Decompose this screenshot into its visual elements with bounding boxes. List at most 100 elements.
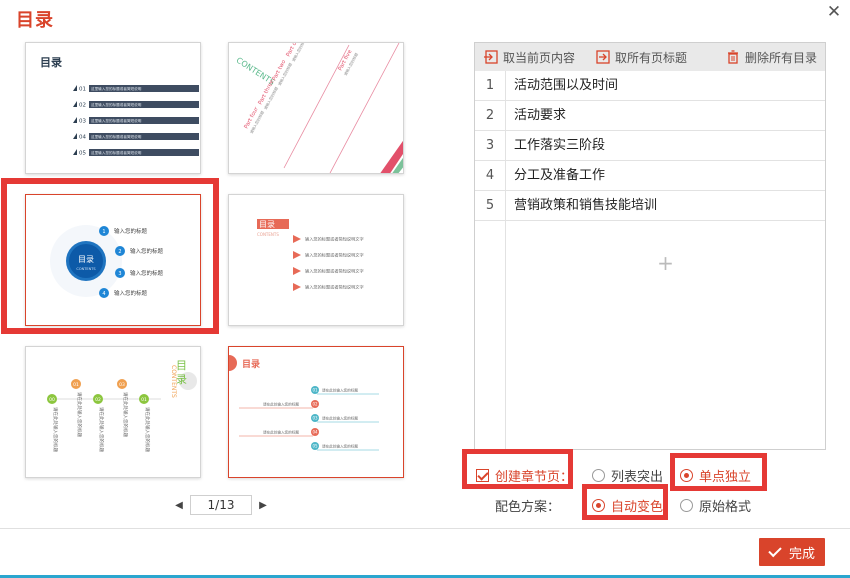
thumb4-arrow: [293, 251, 301, 259]
thumb5-col-text: 请在此处输入您的标题: [98, 407, 105, 452]
auto-color-radio[interactable]: 自动变色: [592, 496, 663, 515]
template-thumbnail-4[interactable]: 目录 CONTENTS 输入您的标题或者简短说明文字 输入您的标题或者简短说明文字…: [228, 194, 404, 326]
radio-on-icon: [592, 499, 605, 512]
thumb5-dot-number: 00: [49, 397, 55, 403]
thumb1-number: 03: [79, 119, 86, 125]
footer-divider: [0, 528, 850, 529]
import-page-icon: [484, 50, 498, 64]
cancel-all-titles-button[interactable]: 取所有页标题: [595, 49, 687, 66]
thumb1-item-text: 这里输入您的标题或者简短说明: [91, 86, 142, 91]
thumb1-bullet: [73, 85, 77, 91]
thumb4-heading: 目录: [259, 220, 275, 229]
template-thumbnail-5[interactable]: 目 录 CONTENTS 00 请在此处输入您的标题 01 请在此处输入您的标题 02 请…: [25, 346, 201, 478]
thumb4-arrow: [293, 283, 301, 291]
cancel-all-titles-label: 取所有页标题: [615, 50, 688, 65]
finish-label: 完成: [788, 546, 815, 562]
thumb3-center-sub: CONTENTS: [76, 267, 96, 271]
thumb5-col-text: 请在此处输入您的标题: [52, 407, 59, 452]
color-scheme-label: 配色方案：: [495, 496, 560, 515]
toc-row-index: 5: [475, 191, 506, 220]
thumb4-item-text: 输入您的标题或者简短说明文字: [305, 268, 364, 275]
toc-row-text[interactable]: 分工及准备工作: [506, 161, 825, 190]
single-independent-label: 单点独立: [699, 470, 752, 485]
thumb5-col: 请在此处输入您的标题: [76, 392, 83, 437]
thumb6-item-text: 请在此处输入您的标题: [263, 430, 299, 435]
thumb5-sub: CONTENTS: [170, 365, 177, 398]
toc-toolbar: 取当前页内容 取所有页标题 删除所有目录: [475, 43, 825, 71]
page-indicator[interactable]: 1/13: [190, 495, 252, 515]
thumb6-item-text: 请在此处输入您的标题: [322, 416, 358, 421]
list-highlight-radio[interactable]: 列表突出: [592, 466, 663, 485]
dialog-title: 目录: [16, 10, 54, 31]
thumb4-arrow: [293, 235, 301, 243]
thumb4-arrow: [293, 267, 301, 275]
thumb3-item-number: 4: [102, 291, 105, 297]
create-section-label: 创建章节页：: [495, 470, 574, 485]
delete-all-toc-button[interactable]: 删除所有目录: [725, 49, 817, 66]
toc-row: 4 分工及准备工作: [475, 161, 825, 191]
thumb1-heading: 目录: [40, 56, 62, 69]
toc-row-index: 1: [475, 71, 506, 100]
thumb1-item-text: 这里输入您的标题或者简短说明: [91, 102, 142, 107]
toc-editor: 取当前页内容 取所有页标题 删除所有目录 1 活动范围以及时间 2 活动要求 3 工作…: [474, 42, 826, 450]
toc-row-text[interactable]: 工作落实三阶段: [506, 131, 825, 160]
list-highlight-label: 列表突出: [611, 470, 664, 485]
close-icon[interactable]: ✕: [824, 2, 844, 22]
check-icon: [768, 543, 782, 557]
thumb1-bullet: [73, 101, 77, 107]
caret-left-icon[interactable]: ◀: [172, 500, 186, 511]
thumb1-item-text: 这里输入您的标题或者简短说明: [91, 150, 142, 155]
thumb1-item-text: 这里输入您的标题或者简短说明: [91, 118, 142, 123]
toc-row: 5 营销政策和销售技能培训: [475, 191, 825, 221]
toc-row-text[interactable]: 活动范围以及时间: [506, 71, 825, 100]
thumb5-dot-number: 01: [73, 382, 79, 388]
thumb2-part: Part one请输入您的标题: [285, 43, 307, 63]
toc-row-text[interactable]: 营销政策和销售技能培训: [506, 191, 825, 220]
create-section-checkbox[interactable]: 创建章节页：: [476, 466, 573, 485]
color-scheme-text: 配色方案：: [495, 500, 561, 515]
plus-icon[interactable]: +: [506, 251, 825, 275]
thumb1-item-text: 这里输入您的标题或者简短说明: [91, 134, 142, 139]
radio-off-icon: [592, 469, 605, 482]
thumb6-item-text: 请在此处输入您的标题: [322, 444, 358, 449]
template-thumbnail-1[interactable]: 目录 01 这里输入您的标题或者简短说明 02 这里输入您的标题或者简短说明 03 这里输…: [25, 42, 201, 174]
thumb1-number: 05: [79, 151, 86, 157]
trash-icon: [727, 50, 738, 64]
thumb6-item-text: 请在此处输入您的标题: [263, 402, 299, 407]
thumb6-number: 01: [312, 388, 318, 393]
template-thumbnail-2[interactable]: CONTENTS Part one 请输入您的标题 Part two 请输入您的标题 P…: [228, 42, 404, 174]
thumb5-col: 请在此处输入您的标题: [52, 407, 59, 452]
thumb6-heading: 目录: [242, 359, 260, 370]
finish-button[interactable]: 完成: [759, 538, 825, 566]
thumb6-number: 03: [312, 416, 318, 421]
thumb3-item-text: 输入您的标题: [130, 269, 164, 277]
toc-row-text[interactable]: 活动要求: [506, 101, 825, 130]
caret-right-icon[interactable]: ▶: [256, 500, 270, 511]
original-format-label: 原始格式: [699, 500, 752, 515]
thumb5-dot-number: 01: [141, 397, 147, 403]
thumb3-item-text: 输入您的标题: [130, 247, 164, 255]
thumb5-col: 请在此处输入您的标题: [122, 392, 129, 437]
thumb3-item-text: 输入您的标题: [114, 289, 148, 297]
thumb5-col: 请在此处输入您的标题: [144, 407, 151, 452]
single-independent-radio[interactable]: 单点独立: [680, 466, 751, 485]
radio-on-icon: [680, 469, 693, 482]
toc-row-index: 4: [475, 161, 506, 190]
original-format-radio[interactable]: 原始格式: [680, 496, 751, 515]
thumb3-item-text: 输入您的标题: [114, 227, 148, 235]
import-all-icon: [596, 50, 610, 64]
index-column-filler: [475, 221, 506, 449]
template-thumbnail-6[interactable]: 目录 01 请在此处输入您的标题 02 请在此处输入您的标题 03 请在此处输入您的标题 0…: [228, 346, 404, 478]
template-thumbnail-3[interactable]: 目录 CONTENTS 1 输入您的标题 2 输入您的标题 3 输入您的标题 4 输入您的标题: [25, 194, 201, 326]
thumb5-col: 请在此处输入您的标题: [98, 407, 105, 452]
thumb4-sub: CONTENTS: [257, 232, 279, 237]
delete-all-toc-label: 删除所有目录: [744, 50, 817, 65]
toc-row: 2 活动要求: [475, 101, 825, 131]
cancel-current-page-button[interactable]: 取当前页内容: [483, 49, 575, 66]
thumb6-number: 05: [312, 444, 318, 449]
thumb5-dot-number: 02: [95, 397, 101, 403]
checkbox-checked-icon: [476, 469, 489, 482]
thumb5-col-text: 请在此处输入您的标题: [76, 392, 83, 437]
toc-list: 1 活动范围以及时间 2 活动要求 3 工作落实三阶段 4 分工及准备工作 5 营销政策和…: [475, 71, 825, 449]
toc-row-index: 3: [475, 131, 506, 160]
